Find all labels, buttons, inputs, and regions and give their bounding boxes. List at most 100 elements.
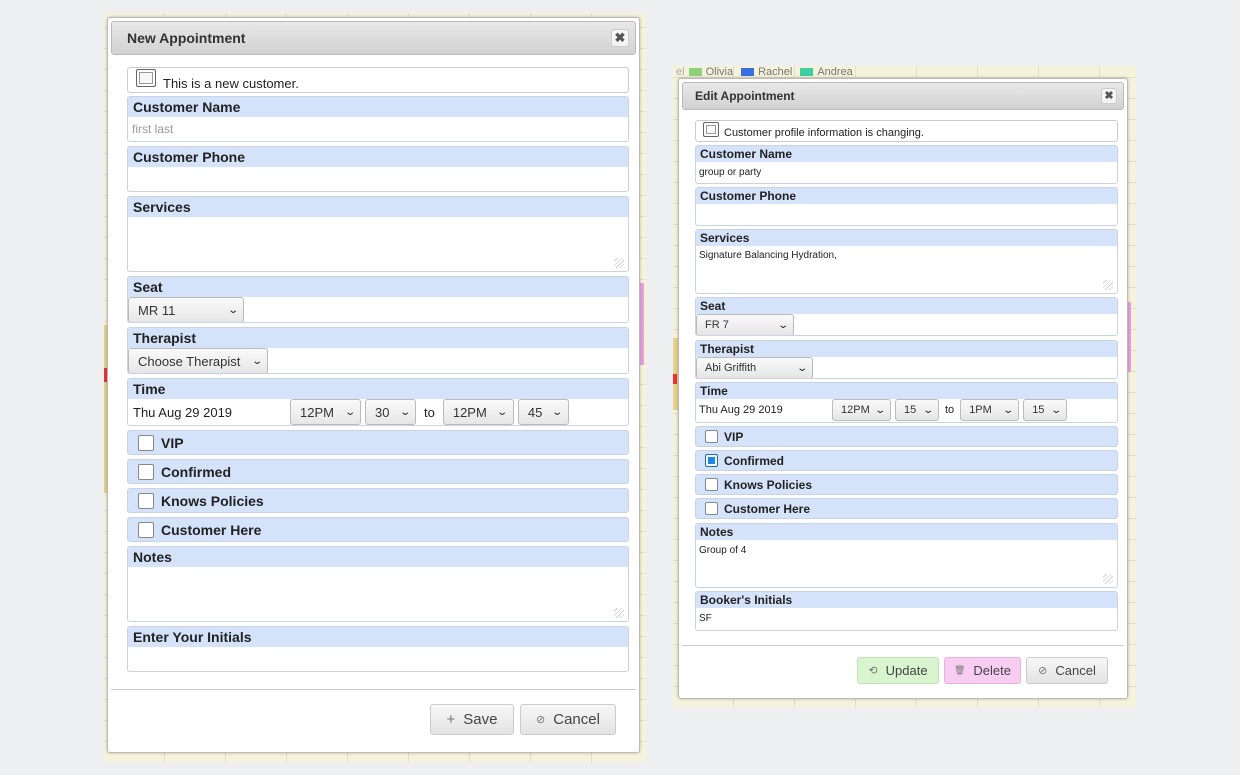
checkbox-label: Knows Policies [161, 492, 264, 509]
chevron-down-icon: ⌄ [343, 406, 356, 418]
appointment-block [673, 374, 677, 384]
customer-name-input[interactable]: group or party [696, 162, 1117, 183]
checkbox-label: Confirmed [161, 463, 231, 480]
field-label: Services [696, 230, 1117, 246]
field-label: Seat [128, 277, 628, 297]
field-label: Seat [696, 298, 1117, 314]
save-button-label: Save [463, 711, 498, 728]
field-label: Customer Name [696, 146, 1117, 162]
seat-select[interactable]: FR 7 ⌄ [696, 314, 794, 335]
start-minute-select[interactable]: 30 ⌄ [365, 399, 416, 425]
dialog-titlebar[interactable]: New Appointment ✖ [111, 21, 636, 55]
confirmed-checkbox-row[interactable]: Confirmed [695, 450, 1118, 471]
end-minute-select[interactable]: 15 ⌄ [1023, 399, 1068, 421]
refresh-icon: ⟲ [868, 665, 878, 677]
customer-phone-input[interactable] [128, 167, 628, 191]
seat-select[interactable]: MR 11 ⌄ [128, 297, 244, 322]
resize-grip-icon[interactable] [1103, 280, 1113, 290]
update-button[interactable]: ⟲ Update [857, 657, 939, 684]
new-customer-row: This is a new customer. [127, 67, 629, 93]
field-label: Customer Phone [128, 147, 628, 167]
knows-policies-checkbox-row[interactable]: Knows Policies [127, 488, 629, 513]
start-minute-select[interactable]: 15 ⌄ [895, 399, 939, 421]
new-appointment-dialog: New Appointment ✖ This is a new customer… [107, 17, 640, 753]
checkbox-label: VIP [161, 434, 184, 451]
date-input[interactable]: Thu Aug 29 2019 [696, 404, 832, 416]
date-input[interactable]: Thu Aug 29 2019 [128, 405, 290, 420]
knows-policies-checkbox-row[interactable]: Knows Policies [695, 474, 1118, 495]
customer-phone-field: Customer Phone [127, 146, 629, 192]
end-hour-value: 1PM [969, 404, 992, 416]
initials-input[interactable] [128, 647, 628, 671]
cancel-button[interactable]: ⊘ Cancel [520, 704, 616, 735]
end-hour-select[interactable]: 12PM ⌄ [442, 399, 514, 425]
confirmed-checkbox[interactable] [705, 454, 718, 467]
therapist-select[interactable]: Abi Griffith ⌄ [696, 357, 813, 378]
start-hour-select[interactable]: 12PM ⌄ [290, 399, 361, 425]
checkbox-label: Customer Here [161, 521, 262, 538]
customer-here-checkbox[interactable] [138, 521, 154, 538]
initials-field: Enter Your Initials [127, 626, 629, 672]
confirmed-checkbox[interactable] [138, 463, 154, 480]
cancel-icon: ⊘ [1038, 665, 1048, 677]
dialog-titlebar[interactable]: Edit Appointment ✖ [682, 82, 1124, 110]
notes-textarea[interactable] [128, 567, 628, 621]
resize-grip-icon[interactable] [1103, 574, 1113, 584]
end-hour-select[interactable]: 1PM ⌄ [960, 399, 1020, 421]
legend-swatch [800, 68, 814, 76]
chevron-down-icon: ⌄ [226, 304, 239, 316]
customer-name-field: Customer Name first last [127, 96, 629, 142]
close-icon[interactable]: ✖ [1101, 88, 1117, 104]
customer-here-checkbox-row[interactable]: Customer Here [127, 517, 629, 542]
notes-field: Notes Group of 4 [695, 523, 1118, 588]
customer-here-checkbox[interactable] [705, 502, 718, 515]
chevron-down-icon: ⌄ [1002, 404, 1014, 416]
vip-checkbox[interactable] [138, 434, 154, 451]
end-minute-select[interactable]: 45 ⌄ [517, 399, 569, 425]
customer-name-field: Customer Name group or party [695, 145, 1118, 184]
field-label: Time [696, 383, 1117, 399]
save-button[interactable]: + Save [430, 704, 514, 735]
legend-swatch [741, 68, 755, 76]
to-label: to [424, 404, 435, 420]
vip-checkbox-row[interactable]: VIP [695, 426, 1118, 447]
seat-field: Seat FR 7 ⌄ [695, 297, 1118, 336]
field-label: Therapist [696, 341, 1117, 357]
vip-checkbox[interactable] [705, 430, 718, 443]
cancel-button[interactable]: ⊘ Cancel [1026, 657, 1108, 684]
dialog-title: New Appointment [127, 30, 246, 46]
therapist-select[interactable]: Choose Therapist ⌄ [128, 348, 268, 373]
customer-phone-input[interactable] [696, 204, 1117, 225]
start-minute-value: 15 [904, 404, 917, 416]
confirmed-checkbox-row[interactable]: Confirmed [127, 459, 629, 484]
button-bar-divider [682, 645, 1124, 646]
vip-checkbox-row[interactable]: VIP [127, 430, 629, 455]
services-textarea[interactable] [128, 217, 628, 271]
notes-textarea[interactable]: Group of 4 [696, 540, 1117, 587]
close-icon[interactable]: ✖ [611, 29, 629, 47]
delete-button[interactable]: 🗑 Delete [944, 657, 1021, 684]
customer-here-checkbox-row[interactable]: Customer Here [695, 498, 1118, 519]
start-minute-value: 30 [375, 404, 390, 420]
plus-icon: + [446, 711, 456, 728]
resize-grip-icon[interactable] [614, 608, 624, 618]
start-hour-select[interactable]: 12PM ⌄ [832, 399, 891, 421]
services-textarea[interactable]: Signature Balancing Hydration, [696, 246, 1117, 293]
services-field: Services Signature Balancing Hydration, [695, 229, 1118, 294]
knows-policies-checkbox[interactable] [138, 492, 154, 509]
customer-name-input[interactable]: first last [128, 117, 628, 141]
new-customer-checkbox[interactable] [136, 69, 156, 87]
field-label: Time [128, 379, 628, 399]
chevron-down-icon: ⌄ [795, 362, 808, 374]
notes-field: Notes [127, 546, 629, 622]
resize-grip-icon[interactable] [614, 258, 624, 268]
chevron-down-icon: ⌄ [1050, 404, 1062, 416]
checkbox-label: VIP [724, 429, 744, 444]
knows-policies-checkbox[interactable] [705, 478, 718, 491]
field-label: Notes [128, 547, 628, 567]
profile-changing-checkbox[interactable] [703, 122, 719, 137]
initials-input[interactable]: SF [696, 608, 1117, 630]
start-hour-value: 12PM [300, 404, 334, 420]
dialog-title: Edit Appointment [695, 89, 795, 103]
legend-swatch [688, 68, 702, 76]
